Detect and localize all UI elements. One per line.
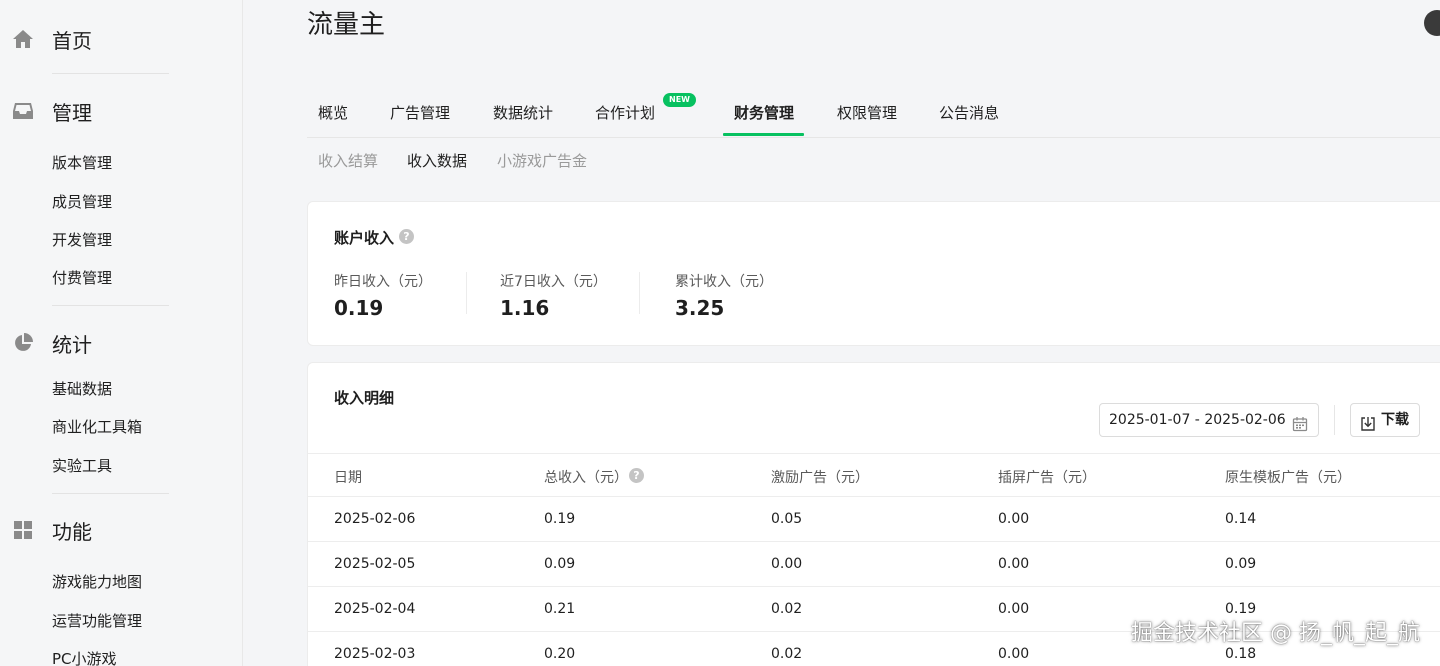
new-badge: NEW: [663, 93, 696, 107]
help-icon[interactable]: ?: [629, 468, 644, 483]
download-label: 下载: [1381, 412, 1409, 428]
sidebar-item-members[interactable]: 成员管理: [52, 190, 112, 214]
table-cell: 2025-02-05: [334, 556, 416, 572]
stat-label: 累计收入（元）: [675, 274, 773, 290]
date-range-picker[interactable]: 2025-01-07 - 2025-02-06: [1099, 403, 1319, 437]
page-title: 流量主: [307, 10, 386, 40]
help-icon[interactable]: ?: [399, 229, 414, 244]
table-cell: 0.09: [544, 556, 576, 572]
tab-cooperation[interactable]: 合作计划: [595, 102, 655, 123]
subtab-income-data[interactable]: 收入数据: [407, 150, 467, 171]
sidebar-item-pc-games[interactable]: PC小游戏: [52, 647, 117, 666]
sidebar-item-dev[interactable]: 开发管理: [52, 228, 112, 252]
table-cell: 0.21: [544, 601, 576, 617]
inbox-icon: [12, 100, 34, 122]
grid-icon: [12, 519, 34, 541]
sidebar-section-home[interactable]: 首页: [0, 19, 243, 59]
tab-ads[interactable]: 广告管理: [390, 102, 450, 123]
table-row: 2025-02-05 0.09 0.00 0.00 0.09: [308, 542, 1440, 587]
tab-bar: 概览 广告管理 数据统计 合作计划 NEW 财务管理 权限管理 公告消息: [307, 93, 1440, 138]
table-cell: 0.00: [998, 556, 1030, 572]
sidebar-divider: [52, 493, 169, 494]
sidebar-item-ability-map[interactable]: 游戏能力地图: [52, 570, 142, 594]
watermark: 掘金技术社区 @ 扬_帆_起_航: [1131, 621, 1420, 646]
table-cell: 0.00: [998, 601, 1030, 617]
sidebar-divider: [52, 73, 169, 74]
stat-value: 1.16: [500, 296, 550, 320]
tab-permissions[interactable]: 权限管理: [837, 102, 897, 123]
sidebar-section-label: 管理: [52, 100, 92, 125]
table-header: 日期 总收入（元） ? 激励广告（元） 插屏广告（元） 原生模板广告（元）: [308, 453, 1440, 497]
sidebar-section-label: 首页: [52, 28, 92, 53]
main-content: 流量主 概览 广告管理 数据统计 合作计划 NEW 财务管理 权限管理 公告消息…: [243, 0, 1440, 666]
avatar[interactable]: [1424, 10, 1440, 36]
calendar-icon: [1292, 412, 1308, 432]
sidebar-item-basic-data[interactable]: 基础数据: [52, 377, 112, 401]
tab-finance[interactable]: 财务管理: [734, 102, 794, 123]
table-row: 2025-02-06 0.19 0.05 0.00 0.14: [308, 497, 1440, 542]
table-cell: 0.02: [771, 646, 803, 662]
table-cell: 0.00: [998, 646, 1030, 662]
table-cell: 2025-02-04: [334, 601, 416, 617]
table-cell: 0.09: [1225, 556, 1257, 572]
download-button[interactable]: 下载: [1350, 403, 1420, 437]
table-cell: 2025-02-06: [334, 511, 416, 527]
sidebar-item-experiment[interactable]: 实验工具: [52, 454, 112, 478]
column-header: 插屏广告（元）: [998, 470, 1096, 486]
sidebar-section-manage[interactable]: 管理: [0, 91, 243, 131]
sidebar-section-stats[interactable]: 统计: [0, 323, 243, 363]
home-icon: [12, 28, 34, 50]
sidebar-section-label: 统计: [52, 332, 92, 357]
column-header: 日期: [334, 470, 362, 486]
table-cell: 2025-02-03: [334, 646, 416, 662]
table-cell: 0.05: [771, 511, 803, 527]
column-header: 总收入（元）: [544, 470, 628, 486]
table-cell: 0.20: [544, 646, 576, 662]
income-detail-title: 收入明细: [334, 389, 395, 407]
table-cell: 0.19: [544, 511, 576, 527]
sidebar-item-commerce-tools[interactable]: 商业化工具箱: [52, 415, 142, 439]
stat-value: 0.19: [334, 296, 384, 320]
stat-divider: [466, 272, 467, 314]
table-cell: 0.00: [998, 511, 1030, 527]
stat-label: 近7日收入（元）: [500, 274, 607, 290]
toolbar-divider: [1334, 405, 1335, 435]
active-tab-indicator: [723, 133, 804, 136]
sidebar: 首页 管理 版本管理 成员管理 开发管理 付费管理 统计 基础数据 商业化工具箱…: [0, 0, 243, 666]
stat-label: 昨日收入（元）: [334, 274, 432, 290]
column-header: 激励广告（元）: [771, 470, 869, 486]
sidebar-divider: [52, 305, 169, 306]
column-header: 原生模板广告（元）: [1225, 470, 1351, 486]
stat-divider: [639, 272, 640, 314]
table-cell: 0.14: [1225, 511, 1257, 527]
sidebar-item-version[interactable]: 版本管理: [52, 151, 112, 175]
pie-chart-icon: [12, 332, 34, 354]
download-icon: [1360, 412, 1376, 431]
tab-data-stats[interactable]: 数据统计: [493, 102, 553, 123]
sidebar-section-features[interactable]: 功能: [0, 510, 243, 550]
tab-overview[interactable]: 概览: [318, 102, 348, 123]
stat-value: 3.25: [675, 296, 725, 320]
table-cell: 0.00: [771, 556, 803, 572]
sidebar-section-label: 功能: [52, 519, 92, 544]
tab-announcements[interactable]: 公告消息: [939, 102, 999, 123]
sidebar-item-payment[interactable]: 付费管理: [52, 266, 112, 290]
account-income-title: 账户收入: [334, 229, 395, 247]
date-range-value: 2025-01-07 - 2025-02-06: [1109, 412, 1286, 428]
subtab-settlement[interactable]: 收入结算: [318, 150, 378, 171]
sidebar-item-operations[interactable]: 运营功能管理: [52, 609, 142, 633]
subtab-ad-fund[interactable]: 小游戏广告金: [497, 150, 587, 171]
account-income-card: 账户收入 ? 昨日收入（元） 0.19 近7日收入（元） 1.16 累计收入（元…: [307, 201, 1440, 346]
table-cell: 0.18: [1225, 646, 1257, 662]
table-cell: 0.02: [771, 601, 803, 617]
